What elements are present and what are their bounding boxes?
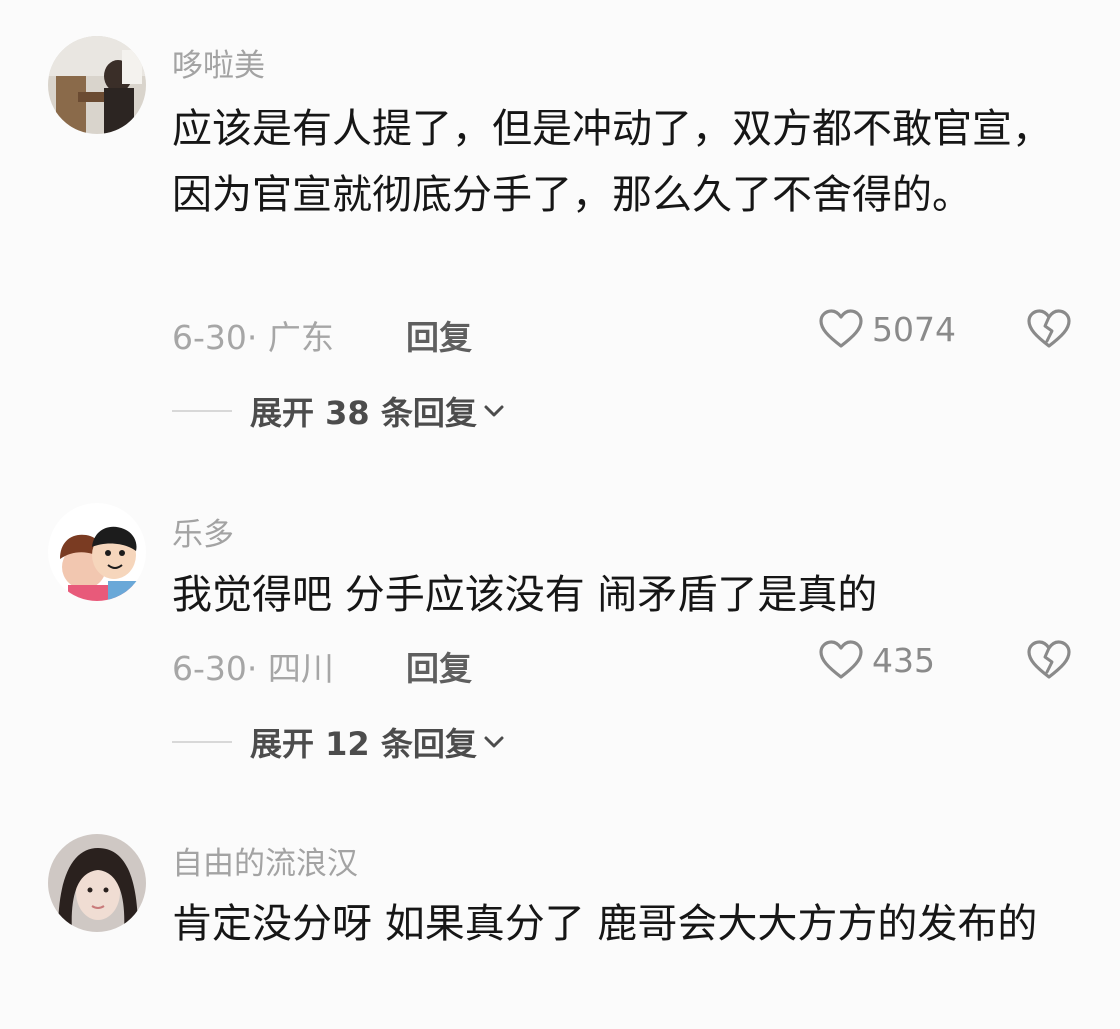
like-button[interactable]: 5074 — [818, 308, 956, 350]
comment-list: 哆啦美 应该是有人提了，但是冲动了，双方都不敢官宣，因为官宣就彻底分手了，那么久… — [0, 0, 1120, 1029]
reply-button[interactable]: 回复 — [406, 642, 472, 690]
comment-meta: 6-30· 四川 — [172, 649, 334, 688]
username[interactable]: 哆啦美 — [172, 40, 265, 85]
portrait-avatar-icon — [48, 834, 146, 932]
heart-outline-icon — [819, 309, 863, 348]
photo-avatar-icon — [48, 36, 146, 134]
comment-text: 应该是有人提了，但是冲动了，双方都不敢官宣，因为官宣就彻底分手了，那么久了不舍得… — [172, 106, 1052, 218]
divider-line — [172, 741, 232, 743]
expand-replies-label: 展开 38 条回复 — [250, 394, 477, 432]
divider-line — [172, 410, 232, 412]
like-count: 5074 — [872, 309, 956, 349]
expand-replies-label: 展开 12 条回复 — [250, 725, 477, 763]
user-avatar[interactable] — [48, 503, 146, 601]
cartoon-avatar-icon — [48, 503, 146, 601]
dislike-button[interactable] — [1026, 308, 1072, 354]
comment-text: 肯定没分呀 如果真分了 鹿哥会大大方方的发布的 — [172, 901, 1038, 947]
user-avatar[interactable] — [48, 834, 146, 932]
user-avatar[interactable] — [48, 36, 146, 134]
expand-replies-button[interactable]: 展开 38 条回复 — [172, 388, 505, 434]
comment-meta: 6-30· 广东 — [172, 318, 334, 357]
reply-button[interactable]: 回复 — [406, 311, 472, 359]
like-count: 435 — [872, 640, 935, 680]
dislike-button[interactable] — [1026, 639, 1072, 685]
expand-replies-button[interactable]: 展开 12 条回复 — [172, 719, 505, 765]
chevron-down-icon — [484, 405, 504, 417]
username[interactable]: 自由的流浪汉 — [172, 838, 358, 883]
comment-text: 我觉得吧 分手应该没有 闹矛盾了是真的 — [172, 572, 878, 618]
username[interactable]: 乐多 — [172, 509, 234, 554]
broken-heart-icon — [1027, 309, 1071, 348]
heart-outline-icon — [819, 640, 863, 679]
broken-heart-icon — [1027, 640, 1071, 679]
chevron-down-icon — [484, 736, 504, 748]
like-button[interactable]: 435 — [818, 639, 935, 681]
